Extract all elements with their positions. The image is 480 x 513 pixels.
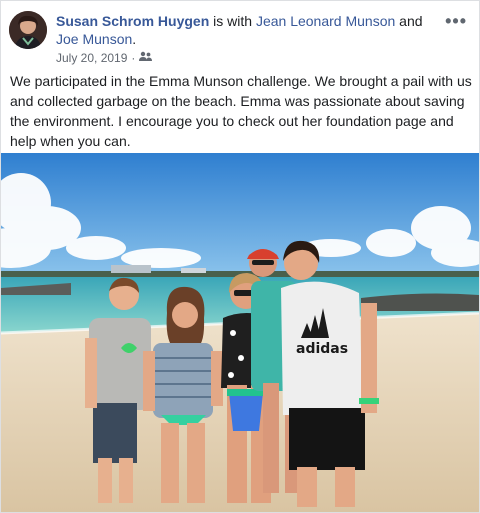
post-photo[interactable]: adidas bbox=[1, 153, 479, 512]
post-card: Susan Schrom Huygen is with Jean Leonard… bbox=[0, 0, 480, 513]
shirt-logo-text: adidas bbox=[296, 341, 348, 357]
more-options-button[interactable]: ••• bbox=[445, 11, 467, 32]
post-header: Susan Schrom Huygen is with Jean Leonard… bbox=[56, 12, 441, 48]
period-text: . bbox=[132, 31, 137, 47]
tagged-friend-1[interactable]: Jean Leonard Munson bbox=[256, 13, 395, 29]
post-date[interactable]: July 20, 2019 bbox=[56, 51, 127, 65]
author-avatar[interactable] bbox=[9, 11, 47, 49]
beach-family-photo: adidas bbox=[1, 153, 479, 512]
tagged-friend-2[interactable]: Joe Munson bbox=[56, 31, 132, 47]
friends-icon[interactable] bbox=[139, 51, 153, 65]
post-meta: July 20, 2019 · bbox=[56, 51, 153, 65]
post-body: We participated in the Emma Munson chall… bbox=[10, 73, 472, 149]
and-text: and bbox=[395, 13, 423, 29]
with-text: is with bbox=[209, 13, 256, 29]
meta-separator: · bbox=[131, 51, 136, 65]
author-name[interactable]: Susan Schrom Huygen bbox=[56, 13, 209, 29]
